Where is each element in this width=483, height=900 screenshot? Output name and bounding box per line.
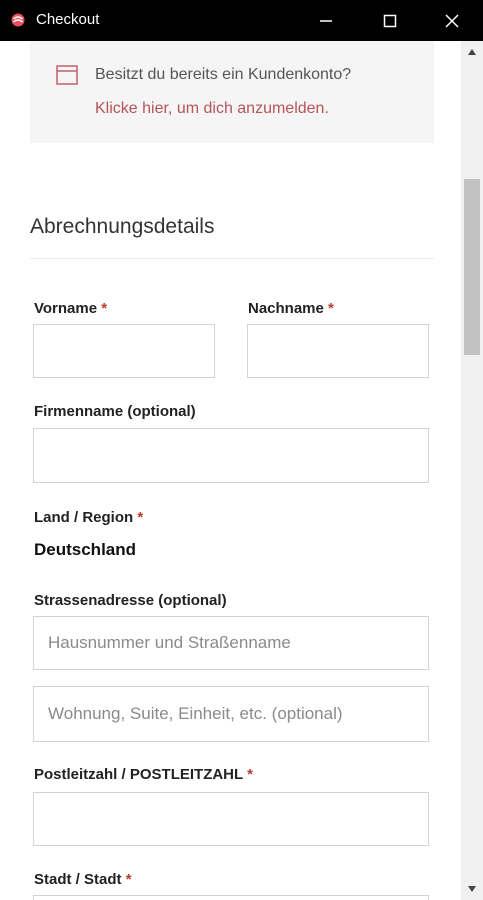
country-value: Deutschland (34, 540, 137, 559)
postcode-input[interactable] (33, 792, 429, 846)
minimize-button[interactable] (295, 0, 357, 41)
required-marker: * (125, 871, 132, 888)
first-name-input[interactable] (33, 324, 215, 378)
scroll-down-button[interactable] (461, 878, 483, 900)
company-label-text: Firmenname (optional) (34, 403, 196, 420)
last-name-input[interactable] (247, 324, 429, 378)
city-label: Stadt / Stadt * (34, 871, 132, 888)
company-input[interactable] (33, 428, 429, 483)
window-icon (56, 65, 78, 85)
login-notice-text: Besitzt du bereits ein Kundenkonto? (95, 66, 352, 83)
billing-details-title: Abrechnungsdetails (30, 215, 215, 238)
vertical-scrollbar[interactable] (461, 41, 483, 900)
first-name-label-text: Vorname (34, 300, 98, 317)
maximize-button[interactable] (359, 0, 421, 41)
section-divider (30, 258, 434, 259)
scroll-thumb[interactable] (464, 179, 480, 355)
postcode-label-text: Postleitzahl / POSTLEITZAHL (34, 766, 243, 783)
app-icon (11, 13, 25, 27)
required-marker: * (247, 766, 253, 783)
street-label-text: Strassenadresse (optional) (34, 592, 227, 609)
login-notice: Besitzt du bereits ein Kundenkonto? Klic… (30, 41, 434, 143)
country-label: Land / Region * (34, 509, 143, 526)
last-name-label: Nachname * (248, 300, 334, 317)
first-name-label: Vorname * (34, 300, 107, 317)
company-label: Firmenname (optional) (34, 403, 196, 420)
close-icon (445, 13, 459, 28)
street-label: Strassenadresse (optional) (34, 592, 227, 609)
street-line2-input[interactable] (33, 686, 429, 742)
arrow-up-icon (468, 49, 476, 55)
minimize-icon (320, 19, 332, 22)
city-label-text: Stadt / Stadt (34, 871, 122, 888)
required-marker: * (101, 300, 108, 317)
postcode-label: Postleitzahl / POSTLEITZAHL * (34, 766, 253, 783)
close-button[interactable] (421, 0, 483, 41)
street-line1-input[interactable] (33, 616, 429, 670)
checkout-content: Besitzt du bereits ein Kundenkonto? Klic… (0, 41, 461, 900)
required-marker: * (328, 300, 334, 317)
country-label-text: Land / Region (34, 509, 134, 526)
title-bar: Checkout (0, 0, 483, 41)
scroll-up-button[interactable] (461, 41, 483, 63)
window-title: Checkout (36, 11, 100, 28)
required-marker: * (137, 509, 144, 526)
last-name-label-text: Nachname (248, 300, 324, 317)
city-input[interactable] (33, 895, 429, 900)
arrow-down-icon (468, 886, 476, 892)
login-link[interactable]: Klicke hier, um dich anzumelden. (95, 100, 329, 118)
maximize-icon (383, 14, 397, 27)
